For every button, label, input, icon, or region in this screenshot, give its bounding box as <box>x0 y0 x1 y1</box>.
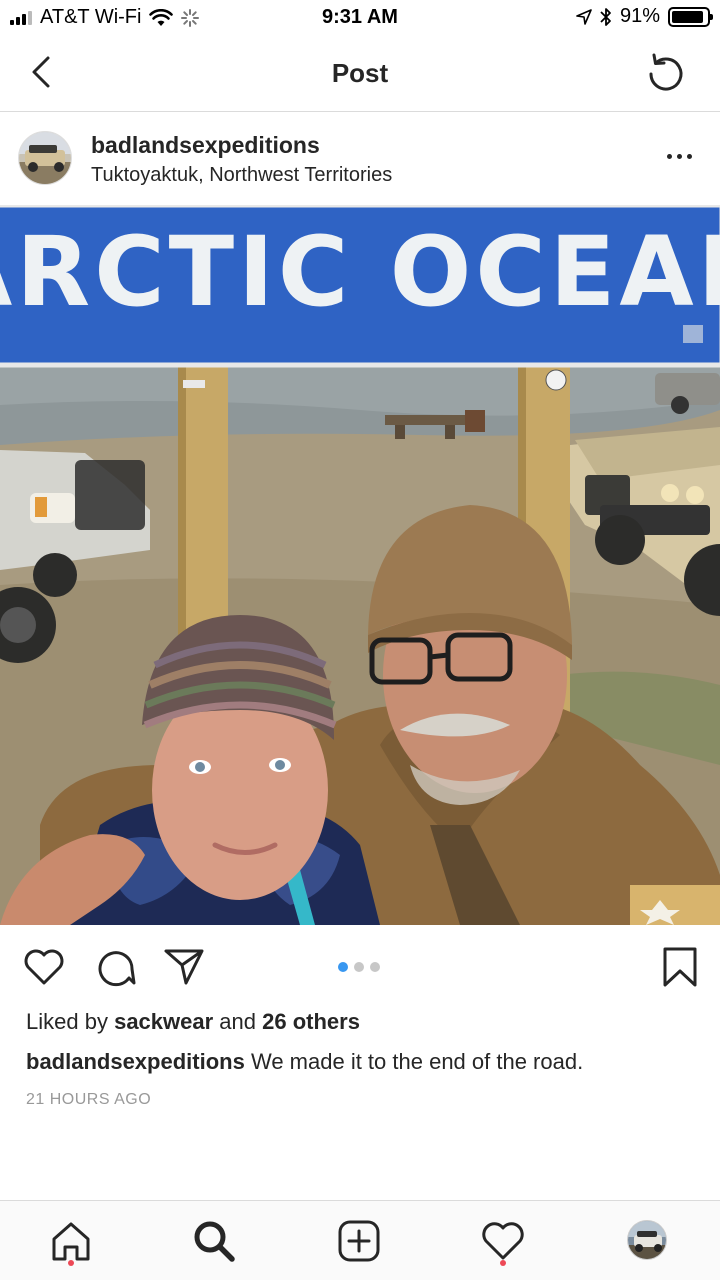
post-header: badlandsexpeditions Tuktoyaktuk, Northwe… <box>0 112 720 206</box>
search-icon[interactable] <box>190 1217 238 1265</box>
carousel-dot <box>354 962 364 972</box>
post-timestamp: 21 HOURS AGO <box>26 1091 152 1108</box>
likes-prefix: Liked by <box>26 1009 108 1034</box>
post-caption: badlandsexpeditions We made it to the en… <box>26 1049 583 1075</box>
battery-percent: 91% <box>619 5 660 27</box>
bottom-tab-bar <box>0 1200 720 1280</box>
carousel-dot <box>370 962 380 972</box>
carousel-dot <box>338 962 348 972</box>
add-post-icon[interactable] <box>335 1217 383 1265</box>
home-icon[interactable] <box>47 1217 95 1265</box>
share-direct-icon[interactable] <box>162 945 206 989</box>
profile-avatar[interactable] <box>627 1220 667 1260</box>
post-username[interactable]: badlandsexpeditions <box>91 132 320 159</box>
location-arrow-icon <box>576 8 592 25</box>
activity-heart-icon[interactable] <box>479 1217 527 1265</box>
navigation-bar: Post <box>0 36 720 112</box>
post-actions <box>0 925 720 1007</box>
page-title: Post <box>331 58 389 88</box>
likes-connector: and <box>219 1009 257 1034</box>
likes-user[interactable]: sackwear <box>114 1009 213 1034</box>
post-photo[interactable]: ARCTIC OCEAN <box>0 205 720 925</box>
caption-username[interactable]: badlandsexpeditions <box>26 1049 245 1074</box>
home-notification-dot <box>68 1260 74 1266</box>
bluetooth-icon <box>600 7 611 26</box>
activity-notification-dot <box>500 1260 506 1266</box>
comment-icon[interactable] <box>93 945 137 989</box>
refresh-icon[interactable] <box>642 50 690 98</box>
post-photo-illustration: ARCTIC OCEAN <box>0 205 720 925</box>
post-location[interactable]: Tuktoyaktuk, Northwest Territories <box>91 164 392 187</box>
bookmark-icon[interactable] <box>658 945 702 989</box>
more-options-icon[interactable] <box>664 146 694 166</box>
status-bar: AT&T Wi-Fi 9:31 AM 91% <box>0 0 720 36</box>
sign-text: ARCTIC OCEAN <box>0 216 720 328</box>
caption-text: We made it to the end of the road. <box>250 1049 584 1074</box>
battery-icon <box>668 6 713 27</box>
likes-summary[interactable]: Liked by sackwear and 26 others <box>26 1009 360 1035</box>
carousel-indicator <box>338 962 380 972</box>
like-heart-icon[interactable] <box>22 945 66 989</box>
user-avatar[interactable] <box>18 131 72 185</box>
likes-others[interactable]: 26 others <box>262 1009 360 1034</box>
status-right: 91% <box>576 5 713 28</box>
